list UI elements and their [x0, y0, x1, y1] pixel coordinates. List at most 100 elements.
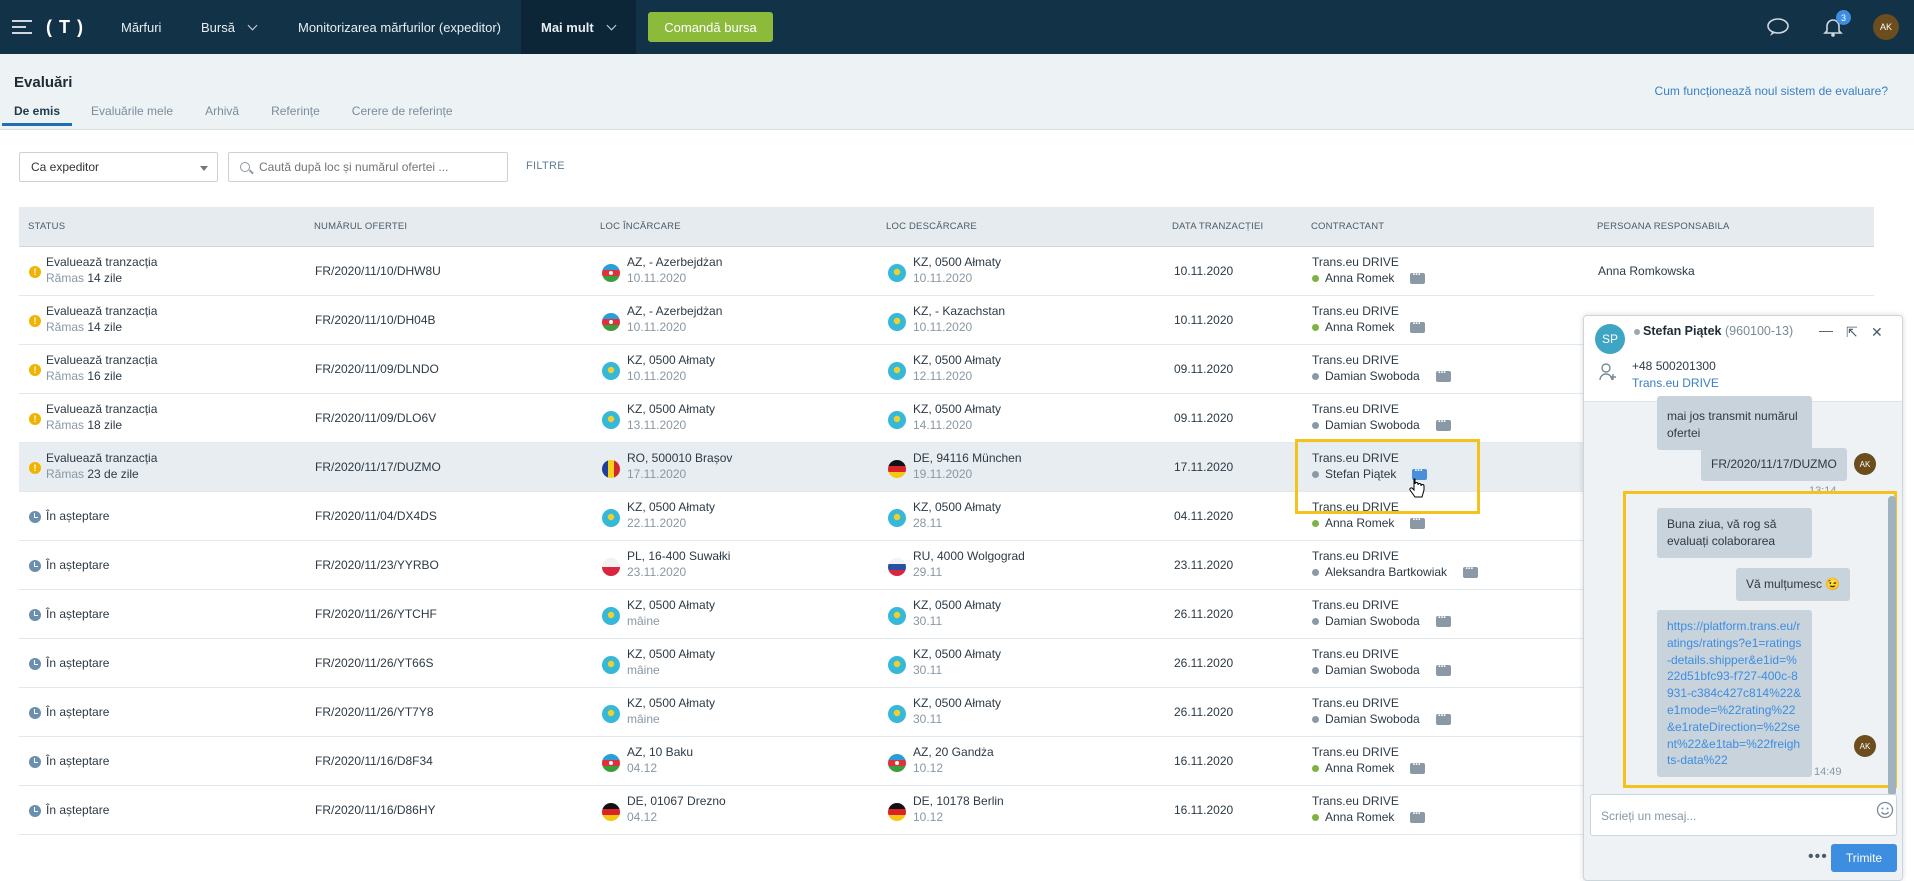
presence-dot — [1312, 569, 1319, 577]
flag-kz-icon — [888, 264, 906, 282]
tab-evaluarile-mele[interactable]: Evaluările mele — [91, 104, 173, 126]
message-input[interactable]: Scrieți un mesaj... — [1590, 794, 1897, 836]
loading-date: 04.12 — [627, 810, 658, 824]
remaining-days: Rămas 23 de zile — [46, 467, 139, 481]
clock-icon — [29, 511, 41, 523]
loading-place: PL, 16-400 Suwałki — [627, 549, 731, 563]
warning-icon: ! — [29, 266, 41, 278]
rating-link-message[interactable]: https://platform.trans.eu/ratings/rating… — [1657, 610, 1812, 778]
filter-bar: Ca expeditor FILTRE — [0, 130, 1914, 206]
flag-kz-icon — [888, 607, 906, 625]
remaining-prefix: Rămas — [46, 418, 85, 432]
trans-logo[interactable]: ( T ) — [46, 0, 84, 54]
chat-icon[interactable] — [1463, 563, 1479, 579]
unloading-place: RU, 4000 Wolgograd — [913, 549, 1025, 563]
clock-icon — [29, 658, 41, 670]
tab-cerere-referinte[interactable]: Cerere de referințe — [352, 104, 453, 126]
offer-number[interactable]: FR/2020/11/10/DHW8U — [315, 264, 441, 278]
offer-number[interactable]: FR/2020/11/26/YT66S — [315, 656, 434, 670]
offer-number[interactable]: FR/2020/11/09/DLO6V — [315, 411, 436, 425]
offer-number[interactable]: FR/2020/11/10/DH04B — [315, 313, 436, 327]
status-dot — [1634, 328, 1640, 335]
menu-icon[interactable] — [12, 0, 32, 54]
chat-scrollbar[interactable] — [1888, 496, 1896, 796]
offer-number[interactable]: FR/2020/11/23/YYRBO — [315, 558, 439, 572]
messages-icon[interactable] — [1767, 0, 1789, 54]
flag-kz-icon — [888, 362, 906, 380]
chat-icon[interactable] — [1435, 416, 1451, 432]
nav-bursa[interactable]: Bursă — [201, 0, 258, 54]
chat-icon[interactable] — [1435, 367, 1451, 383]
caret-down-icon — [200, 166, 208, 171]
col-loading[interactable]: LOC ÎNCĂRCARE — [600, 221, 681, 232]
contractor-person: Anna Romek — [1312, 514, 1426, 530]
contractor-person: Anna Romek — [1312, 808, 1426, 824]
unloading-place: KZ, 0500 Ałmaty — [913, 696, 1002, 710]
tab-arhiva[interactable]: Arhivă — [205, 104, 239, 126]
contact-company-link[interactable]: Trans.eu DRIVE — [1632, 376, 1719, 390]
status-label: În așteptare — [46, 803, 110, 817]
chat-icon[interactable] — [1410, 759, 1426, 775]
col-responsible[interactable]: PERSOANA RESPONSABILA — [1597, 221, 1730, 232]
presence-dot — [1312, 422, 1319, 430]
clock-icon — [29, 756, 41, 768]
col-transaction-date[interactable]: DATA TRANZACȚIEI — [1172, 221, 1263, 232]
nav-marfuri[interactable]: Mărfuri — [121, 0, 161, 54]
role-select[interactable]: Ca expeditor — [19, 152, 218, 182]
minimize-icon[interactable]: — — [1819, 322, 1833, 338]
nav-mai-mult[interactable]: Mai mult — [521, 0, 636, 54]
contact-name-text: Stefan Piątek — [1643, 324, 1722, 338]
tab-referinte[interactable]: Referințe — [271, 104, 320, 126]
user-avatar[interactable]: AK — [1873, 0, 1899, 54]
loading-place: KZ, 0500 Ałmaty — [627, 402, 716, 416]
command-exchange-button[interactable]: Comandă bursa — [648, 12, 773, 42]
emoji-icon[interactable] — [1876, 801, 1894, 822]
search-input[interactable] — [259, 160, 499, 174]
close-icon[interactable]: ✕ — [1871, 324, 1883, 341]
loading-place: KZ, 0500 Ałmaty — [627, 647, 716, 661]
chat-icon[interactable] — [1410, 514, 1426, 530]
unloading-date: 10.11.2020 — [913, 271, 973, 285]
more-options-icon[interactable]: ••• — [1808, 848, 1828, 866]
flag-ro-icon — [602, 460, 620, 478]
chat-icon[interactable] — [1435, 612, 1451, 628]
flag-kz-icon — [602, 607, 620, 625]
send-button[interactable]: Trimite — [1831, 844, 1897, 872]
unloading-place: KZ, 0500 Ałmaty — [913, 647, 1002, 661]
filters-button[interactable]: FILTRE — [526, 160, 565, 172]
popout-icon[interactable]: ⇱ — [1846, 324, 1858, 341]
offer-number[interactable]: FR/2020/11/26/YTCHF — [315, 607, 437, 621]
chat-icon[interactable] — [1410, 269, 1426, 285]
presence-dot — [1312, 324, 1319, 332]
remaining-days: Rămas 14 zile — [46, 320, 122, 334]
search-field[interactable] — [228, 152, 508, 182]
status-label: Evaluează tranzacția — [46, 353, 158, 367]
add-contact-icon[interactable] — [1599, 363, 1617, 384]
col-contractor[interactable]: CONTRACTANT — [1311, 221, 1384, 232]
contractor-person: Damian Swoboda — [1312, 367, 1451, 383]
notifications-icon[interactable]: 3 — [1823, 0, 1851, 54]
chat-icon[interactable] — [1435, 661, 1451, 677]
unloading-date: 30.11 — [913, 663, 943, 677]
notifications-badge: 3 — [1836, 10, 1851, 25]
offer-number[interactable]: FR/2020/11/09/DLNDO — [315, 362, 439, 376]
col-offer-number[interactable]: NUMĂRUL OFERTEI — [314, 221, 407, 232]
chat-icon[interactable] — [1435, 710, 1451, 726]
presence-dot — [1312, 765, 1319, 773]
col-status[interactable]: STATUS — [28, 221, 65, 232]
offer-number[interactable]: FR/2020/11/04/DX4DS — [315, 509, 437, 523]
chat-icon[interactable] — [1410, 808, 1426, 824]
nav-monitorizare[interactable]: Monitorizarea mărfurilor (expeditor) — [298, 0, 501, 54]
offer-number[interactable]: FR/2020/11/17/DUZMO — [315, 460, 441, 474]
chat-icon[interactable] — [1410, 318, 1426, 334]
offer-number[interactable]: FR/2020/11/26/YT7Y8 — [315, 705, 434, 719]
table-row[interactable]: ! Evaluează tranzacția Rămas 14 zile FR/… — [19, 247, 1874, 296]
loading-place: AZ, - Azerbejdżan — [627, 304, 723, 318]
col-unloading[interactable]: LOC DESCĂRCARE — [886, 221, 977, 232]
tab-de-emis[interactable]: De emis — [2, 104, 73, 126]
rating-system-help-link[interactable]: Cum funcționează noul sistem de evaluare… — [1655, 84, 1888, 98]
offer-number[interactable]: FR/2020/11/16/D8F34 — [315, 754, 433, 768]
flag-ru-icon — [888, 558, 906, 576]
offer-number[interactable]: FR/2020/11/16/D86HY — [315, 803, 436, 817]
loading-date: 10.11.2020 — [627, 271, 687, 285]
